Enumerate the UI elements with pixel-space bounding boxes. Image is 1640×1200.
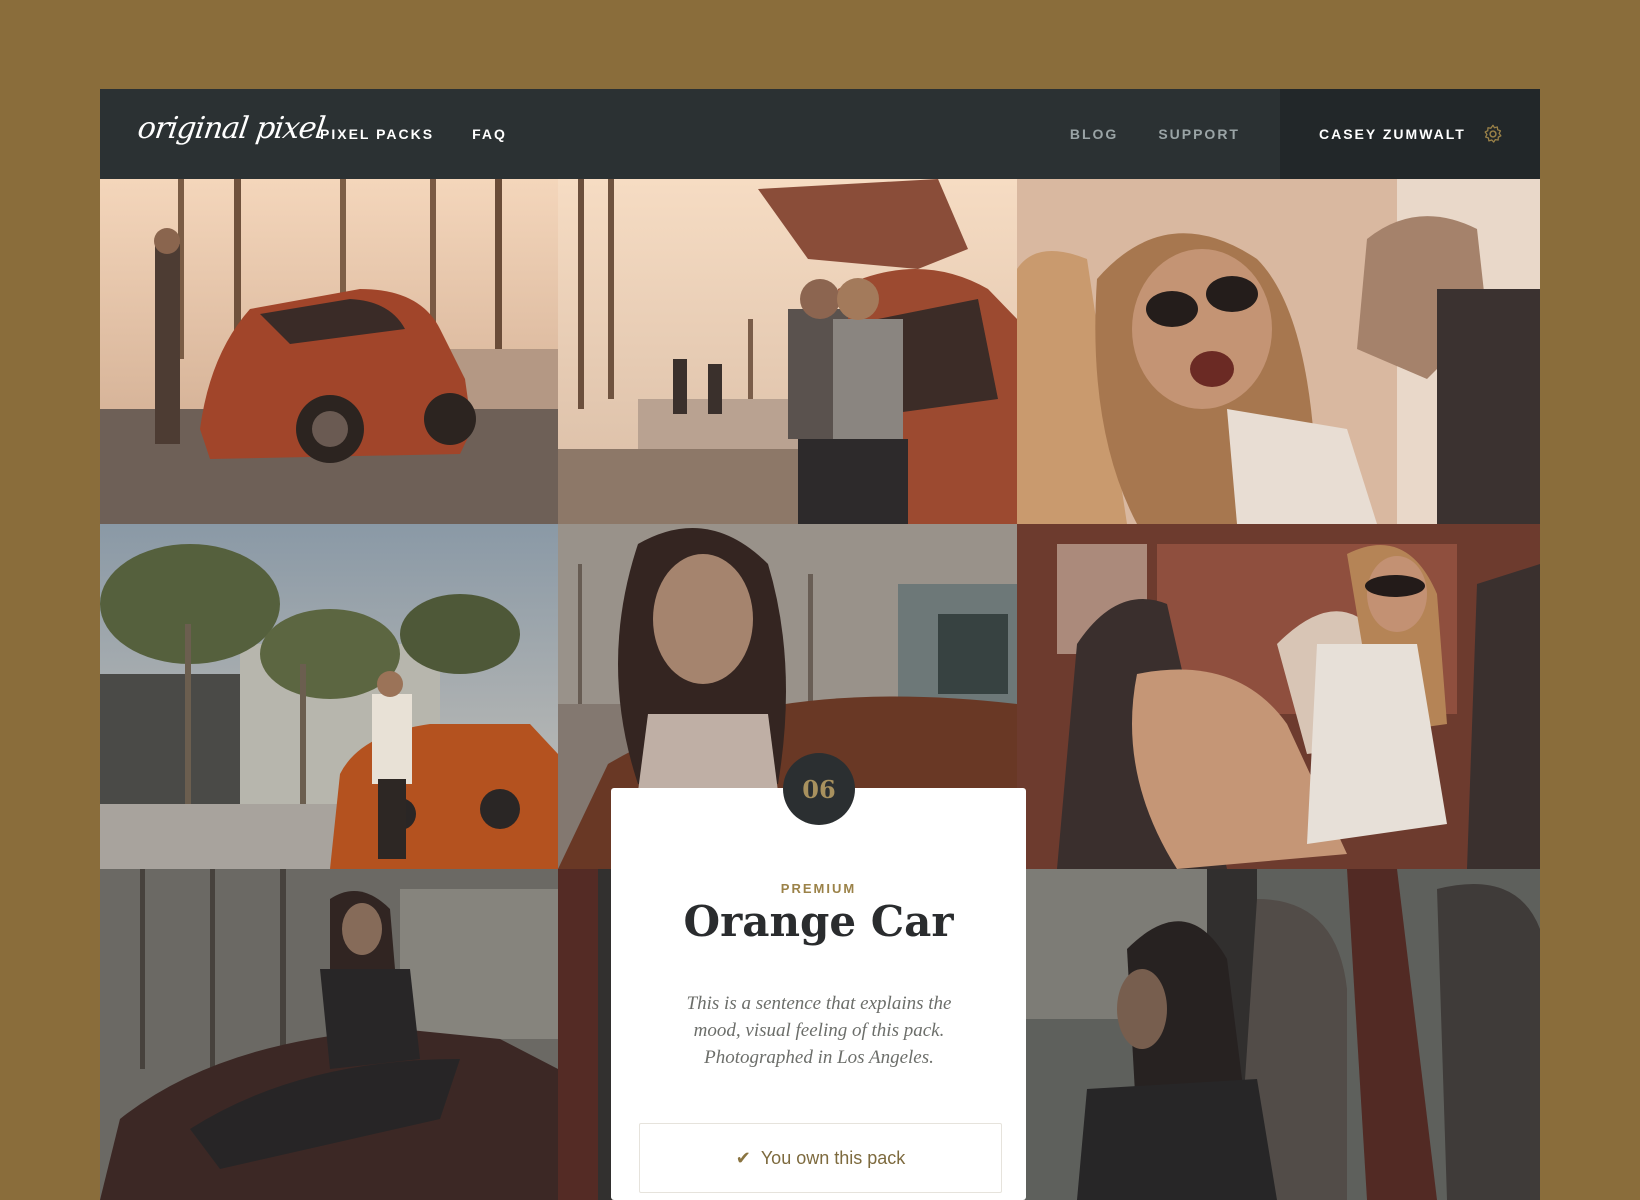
user-name[interactable]: CASEY ZUMWALT	[1319, 126, 1466, 142]
secondary-nav: BLOG SUPPORT	[1030, 89, 1240, 179]
pack-title: Orange Car	[683, 897, 954, 946]
photo-woman-driving[interactable]	[1017, 869, 1540, 1200]
photo-woman-sunglasses-laughing[interactable]	[1017, 179, 1540, 524]
primary-nav: PIXEL PACKS FAQ	[320, 89, 545, 179]
photo-man-leaning-on-car[interactable]	[100, 179, 558, 524]
pack-number-badge: 06	[783, 753, 855, 825]
photo-woman-leaning-on-car-roof[interactable]	[100, 869, 558, 1200]
nav-pixel-packs[interactable]: PIXEL PACKS	[320, 126, 434, 142]
logo[interactable]: original pixel	[136, 111, 327, 146]
pack-tier-label: PREMIUM	[780, 881, 857, 896]
owned-pack-button[interactable]: ✔ You own this pack	[639, 1123, 1002, 1193]
checkmark-icon: ✔	[735, 1147, 751, 1168]
photo-woman-in-car-seat[interactable]	[1017, 524, 1540, 869]
pack-description: This is a sentence that explains the moo…	[686, 993, 952, 1068]
user-menu: CASEY ZUMWALT	[1280, 89, 1540, 179]
gear-icon[interactable]	[1482, 123, 1504, 145]
nav-faq[interactable]: FAQ	[472, 126, 507, 142]
owned-pack-label: You own this pack	[760, 1147, 906, 1168]
photo-woman-sitting-on-car-hood[interactable]	[100, 524, 558, 869]
nav-support[interactable]: SUPPORT	[1158, 126, 1240, 142]
top-navigation-bar: original pixel PIXEL PACKS FAQ BLOG SUPP…	[100, 89, 1540, 179]
photo-couple-at-trunk[interactable]	[558, 179, 1017, 524]
nav-blog[interactable]: BLOG	[1070, 126, 1118, 142]
